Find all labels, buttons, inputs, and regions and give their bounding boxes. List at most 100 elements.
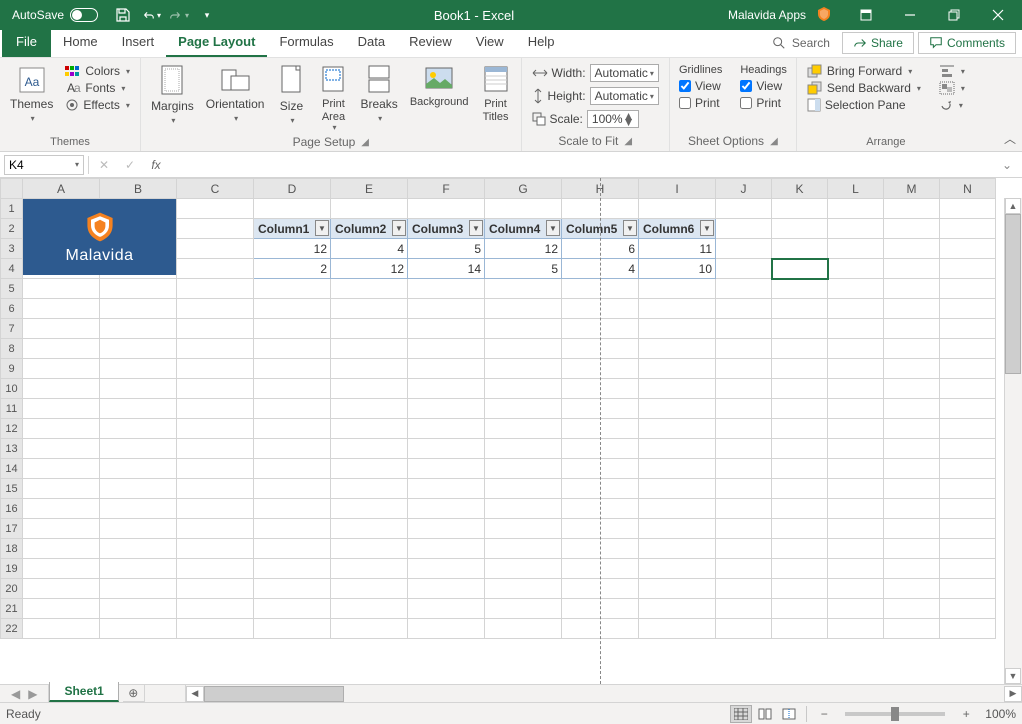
zoom-in-icon[interactable]: + bbox=[955, 705, 977, 723]
cell[interactable] bbox=[408, 379, 485, 399]
cell[interactable] bbox=[23, 279, 100, 299]
cell[interactable] bbox=[639, 459, 716, 479]
cell[interactable] bbox=[408, 479, 485, 499]
cell[interactable] bbox=[177, 619, 254, 639]
cell[interactable] bbox=[23, 379, 100, 399]
cell[interactable] bbox=[716, 279, 772, 299]
cell[interactable] bbox=[485, 619, 562, 639]
tab-view[interactable]: View bbox=[464, 30, 516, 57]
cell[interactable] bbox=[716, 199, 772, 219]
cell[interactable] bbox=[177, 479, 254, 499]
cell[interactable] bbox=[772, 599, 828, 619]
cell[interactable] bbox=[639, 379, 716, 399]
margins-button[interactable]: Margins▾ bbox=[145, 62, 200, 128]
cell[interactable] bbox=[639, 439, 716, 459]
cell[interactable] bbox=[23, 439, 100, 459]
cell[interactable] bbox=[828, 259, 884, 279]
cell[interactable] bbox=[485, 499, 562, 519]
cell[interactable] bbox=[485, 339, 562, 359]
cell[interactable] bbox=[940, 519, 996, 539]
cell[interactable] bbox=[331, 519, 408, 539]
row-header[interactable]: 22 bbox=[1, 619, 23, 639]
search-box[interactable]: Search bbox=[764, 34, 838, 52]
cell[interactable] bbox=[177, 239, 254, 259]
cell[interactable]: 5 bbox=[485, 259, 562, 279]
cell[interactable] bbox=[716, 399, 772, 419]
collapse-ribbon-icon[interactable]: ︿ bbox=[1004, 130, 1016, 147]
tab-formulas[interactable]: Formulas bbox=[267, 30, 345, 57]
cell[interactable] bbox=[177, 499, 254, 519]
cell[interactable]: 4 bbox=[331, 239, 408, 259]
zoom-slider[interactable] bbox=[845, 712, 945, 716]
cell[interactable] bbox=[772, 439, 828, 459]
cell[interactable] bbox=[100, 579, 177, 599]
cell[interactable] bbox=[331, 479, 408, 499]
row-header[interactable]: 13 bbox=[1, 439, 23, 459]
cell[interactable] bbox=[562, 399, 639, 419]
cell[interactable]: Column6▼ bbox=[639, 219, 716, 239]
cell[interactable] bbox=[772, 579, 828, 599]
cell[interactable] bbox=[940, 339, 996, 359]
cell[interactable] bbox=[177, 579, 254, 599]
col-header[interactable]: D bbox=[254, 179, 331, 199]
cell[interactable] bbox=[828, 219, 884, 239]
cell[interactable] bbox=[331, 579, 408, 599]
cell[interactable] bbox=[408, 439, 485, 459]
zoom-out-icon[interactable]: − bbox=[813, 705, 835, 723]
cell[interactable] bbox=[940, 459, 996, 479]
cell[interactable]: Column4▼ bbox=[485, 219, 562, 239]
normal-view-icon[interactable] bbox=[730, 705, 752, 723]
cell[interactable] bbox=[23, 539, 100, 559]
tab-review[interactable]: Review bbox=[397, 30, 464, 57]
cell[interactable] bbox=[716, 339, 772, 359]
cell[interactable] bbox=[23, 599, 100, 619]
filter-dropdown-icon[interactable]: ▼ bbox=[623, 220, 637, 236]
row-header[interactable]: 8 bbox=[1, 339, 23, 359]
cell[interactable] bbox=[828, 559, 884, 579]
cell[interactable] bbox=[177, 359, 254, 379]
formula-input[interactable] bbox=[171, 156, 992, 174]
cell[interactable] bbox=[254, 539, 331, 559]
cell[interactable] bbox=[772, 459, 828, 479]
cell[interactable] bbox=[408, 279, 485, 299]
height-control[interactable]: Height: Automatic▾ bbox=[529, 86, 662, 106]
cell[interactable] bbox=[177, 199, 254, 219]
cell[interactable] bbox=[408, 519, 485, 539]
row-header[interactable]: 10 bbox=[1, 379, 23, 399]
cell[interactable]: 11 bbox=[639, 239, 716, 259]
cell[interactable] bbox=[772, 619, 828, 639]
cell[interactable] bbox=[331, 399, 408, 419]
cell[interactable] bbox=[772, 319, 828, 339]
cell[interactable]: Column1▼ bbox=[254, 219, 331, 239]
cell[interactable] bbox=[716, 439, 772, 459]
cell[interactable] bbox=[884, 379, 940, 399]
filter-dropdown-icon[interactable]: ▼ bbox=[700, 220, 714, 236]
cell[interactable] bbox=[716, 419, 772, 439]
tab-file[interactable]: File bbox=[2, 30, 51, 57]
cell[interactable] bbox=[772, 219, 828, 239]
row-header[interactable]: 6 bbox=[1, 299, 23, 319]
orientation-button[interactable]: Orientation▾ bbox=[200, 62, 271, 126]
col-header[interactable]: E bbox=[331, 179, 408, 199]
filter-dropdown-icon[interactable]: ▼ bbox=[315, 220, 329, 236]
zoom-level[interactable]: 100% bbox=[985, 707, 1016, 721]
cell[interactable] bbox=[100, 519, 177, 539]
cell[interactable] bbox=[828, 419, 884, 439]
cell[interactable] bbox=[562, 579, 639, 599]
cell[interactable] bbox=[940, 219, 996, 239]
cell[interactable] bbox=[940, 239, 996, 259]
dialog-launcher-icon[interactable]: ◢ bbox=[770, 136, 778, 147]
cell[interactable] bbox=[177, 439, 254, 459]
minimize-icon[interactable] bbox=[890, 2, 930, 28]
cell[interactable]: 5 bbox=[408, 239, 485, 259]
cell[interactable] bbox=[254, 579, 331, 599]
close-icon[interactable] bbox=[978, 2, 1018, 28]
cell[interactable] bbox=[408, 539, 485, 559]
cell[interactable] bbox=[884, 199, 940, 219]
cell[interactable] bbox=[828, 299, 884, 319]
cell[interactable] bbox=[562, 439, 639, 459]
row-header[interactable]: 5 bbox=[1, 279, 23, 299]
cell[interactable] bbox=[716, 259, 772, 279]
cell[interactable] bbox=[408, 299, 485, 319]
cell[interactable] bbox=[716, 379, 772, 399]
